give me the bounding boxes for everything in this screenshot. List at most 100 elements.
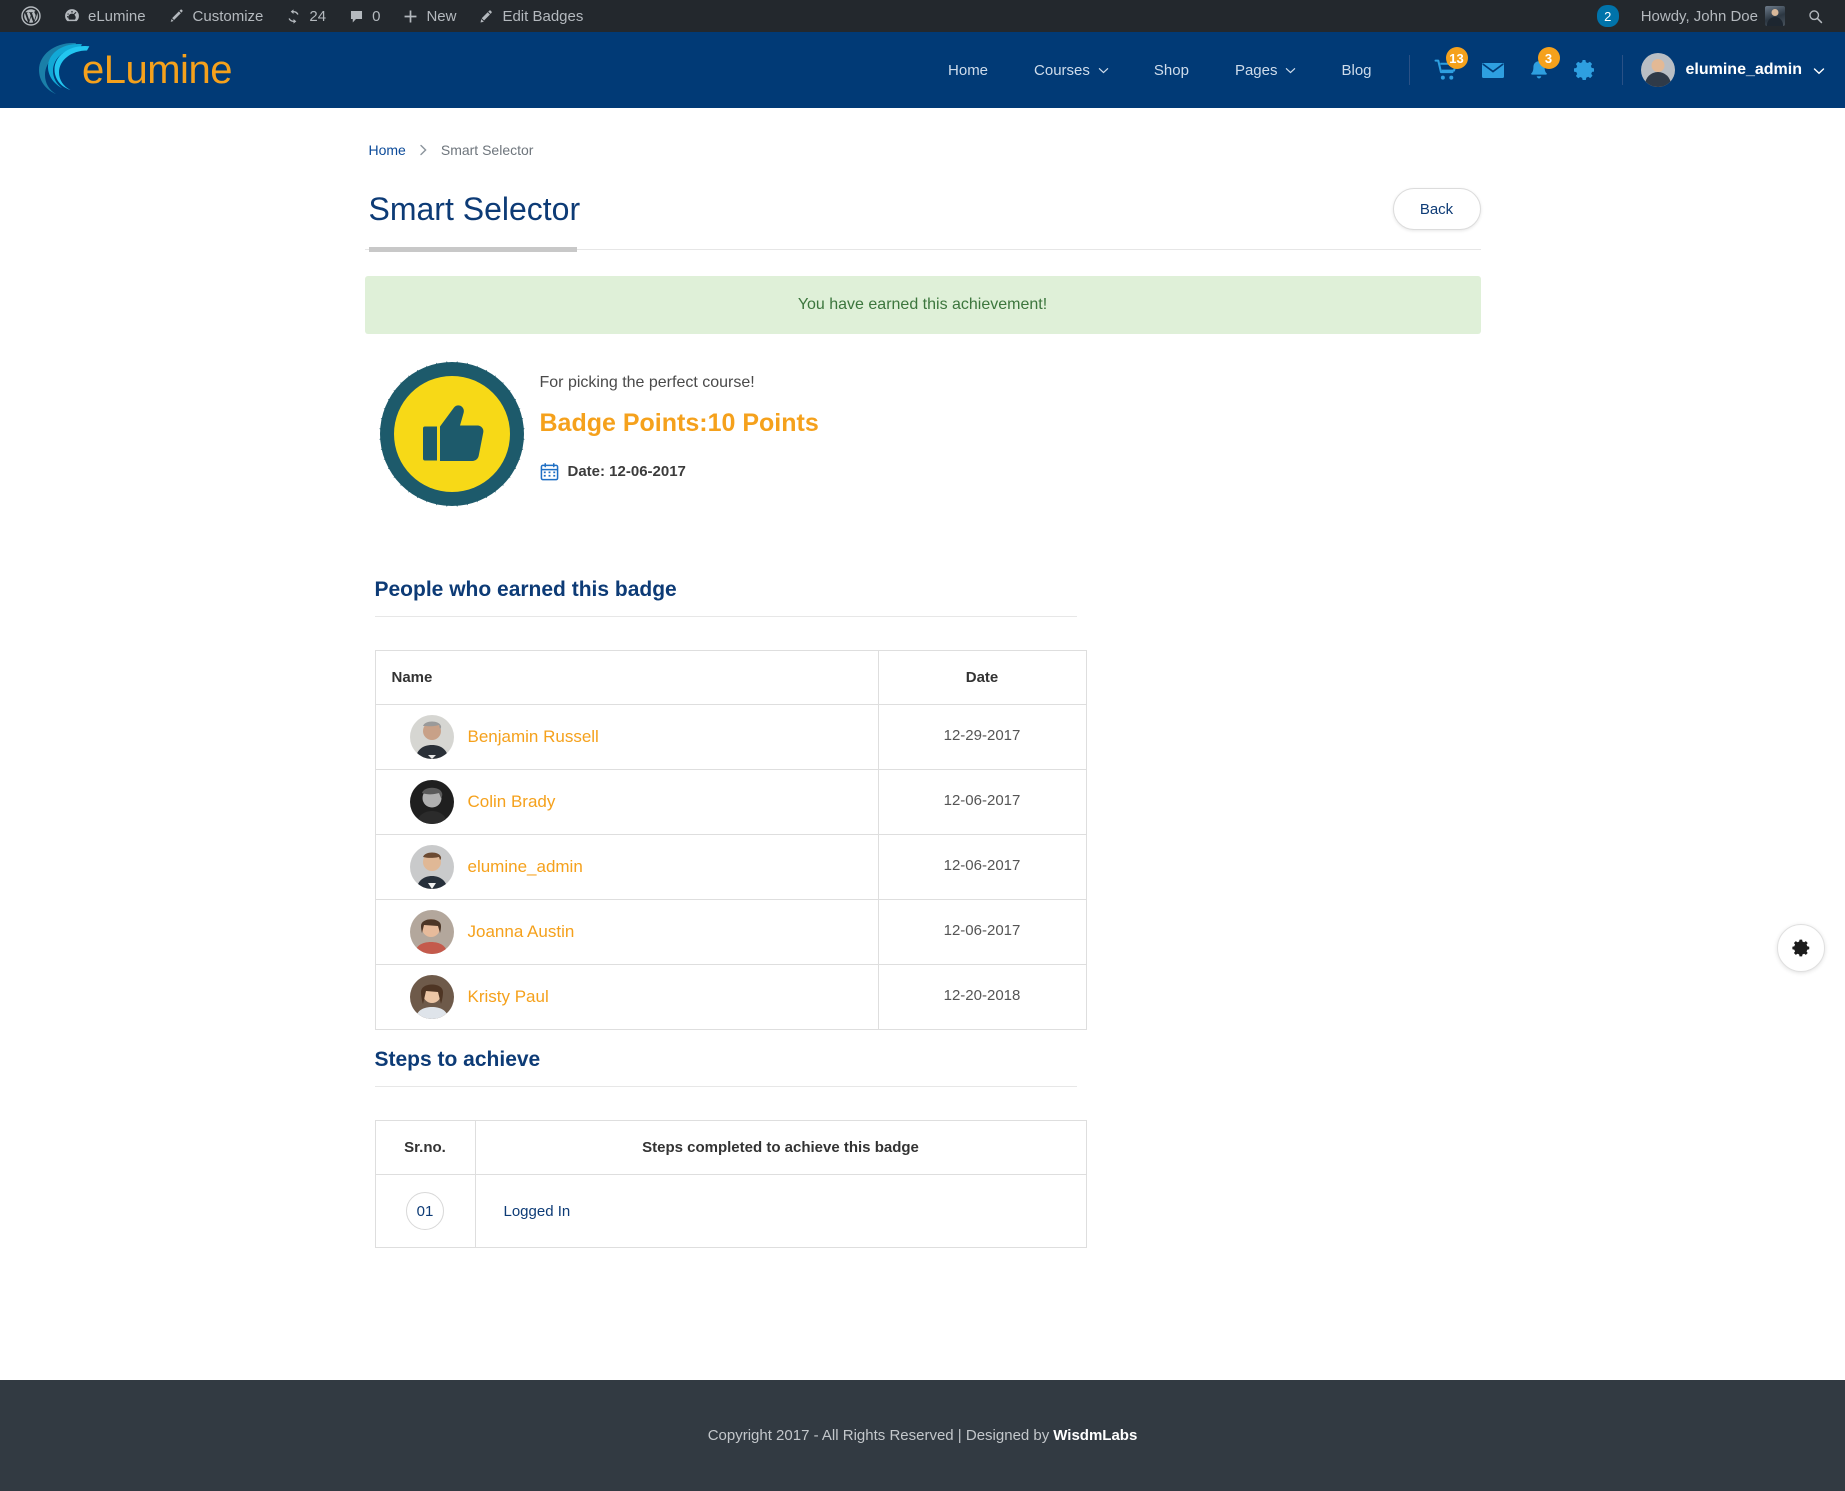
badge-date: Date: 12-06-2017 [540,462,819,481]
person-name[interactable]: elumine_admin [468,857,583,877]
avatar [409,845,454,889]
breadcrumb-home[interactable]: Home [369,142,406,158]
page-title: Smart Selector [368,190,581,227]
new-label: New [426,7,457,25]
search-button[interactable] [1796,0,1835,32]
plus-icon [402,8,419,25]
notifications-button[interactable]: 3 [1516,45,1562,95]
cell-step: Logged In [474,1174,1087,1248]
cart-button[interactable]: 13 [1424,45,1470,95]
srno-badge: 01 [406,1192,444,1230]
nav-item-shop[interactable]: Shop [1131,32,1212,108]
edit-badges-link[interactable]: Edit Badges [467,0,594,32]
avatar [409,910,454,954]
nav-item-blog[interactable]: Blog [1318,32,1394,108]
nav-item-home[interactable]: Home [925,32,1011,108]
page-header: Smart Selector Back [364,188,1481,252]
page-body: Home Smart Selector Smart Selector Back … [0,108,1845,1380]
content-container: Home Smart Selector Smart Selector Back … [364,108,1481,1248]
cell-person: elumine_admin [374,834,879,900]
person-entry[interactable]: Kristy Paul [392,975,862,1019]
table-header-row: Name Date [374,650,1087,705]
gear-icon [1573,58,1597,82]
search-icon [1807,8,1824,25]
new-content-link[interactable]: New [391,0,467,32]
floating-settings-button[interactable] [1777,924,1825,972]
badge-description: For picking the perfect course! [539,374,755,391]
user-menu[interactable]: elumine_admin [1637,53,1825,87]
primary-nav: Home Courses Shop Pages Blog 13 3 elumin… [925,32,1825,108]
admin-bar-right: 2 Howdy, John Doe [1586,0,1835,32]
thumbs-up-badge-icon [378,360,526,508]
person-name[interactable]: Colin Brady [468,792,556,812]
people-section-title: People who earned this badge [374,578,1077,617]
comments-count: 0 [372,7,381,25]
notification-count-badge: 3 [1537,47,1560,69]
cell-person: Colin Brady [374,769,879,835]
steps-table: Sr.no. Steps completed to achieve this b… [374,1120,1087,1248]
people-table-body: Benjamin Russell 12-29-2017 Colin Brady [374,704,1087,1030]
badge-image-wrapper [365,356,540,508]
nav-item-courses[interactable]: Courses [1011,32,1131,108]
copyright-text: Copyright 2017 - All Rights Reserved | D… [707,1427,1050,1444]
cell-date: 12-06-2017 [877,769,1087,835]
avatar [1765,6,1785,26]
settings-button[interactable] [1562,45,1608,95]
site-header: eLumine Home Courses Shop Pages Blog 13 … [0,32,1845,108]
chevron-down-icon [1285,65,1296,75]
steps-section-title: Steps to achieve [374,1048,1077,1087]
badge-points: Badge Points:10 Points [540,409,819,438]
person-entry[interactable]: Colin Brady [392,780,862,824]
steps-table-body: 01 Logged In [374,1174,1087,1248]
wordpress-icon [21,6,41,26]
user-menu-label: elumine_admin [1685,61,1802,78]
column-header-date: Date [877,650,1087,705]
comment-bubble-icon [348,8,365,25]
avatar [409,715,454,759]
cell-person: Kristy Paul [374,964,879,1030]
chevron-down-icon [1813,65,1825,75]
person-entry[interactable]: Joanna Austin [392,910,862,954]
refresh-icon [285,8,302,25]
site-name-menu[interactable]: eLumine [52,0,157,32]
table-row: Joanna Austin 12-06-2017 [374,899,1087,965]
nav-label: Blog [1341,61,1372,79]
avatar [409,780,454,824]
updates-link[interactable]: 24 [274,0,337,32]
person-name[interactable]: Kristy Paul [468,987,549,1007]
nav-item-pages[interactable]: Pages [1212,32,1319,108]
comments-link[interactable]: 0 [337,0,391,32]
person-entry[interactable]: elumine_admin [392,845,862,889]
site-logo[interactable]: eLumine [30,40,232,100]
customize-link[interactable]: Customize [157,0,275,32]
customize-label: Customize [192,7,264,25]
person-name[interactable]: Benjamin Russell [468,727,599,747]
site-footer: Copyright 2017 - All Rights Reserved | D… [0,1380,1845,1491]
breadcrumb-current: Smart Selector [440,142,534,158]
mail-icon [1480,57,1506,83]
messages-button[interactable] [1470,45,1516,95]
badge-details: For picking the perfect course! Badge Po… [540,356,819,508]
column-header-step: Steps completed to achieve this badge [474,1120,1087,1175]
calendar-icon [540,462,559,481]
nav-label: Home [948,61,989,79]
wp-logo-menu[interactable] [10,0,52,32]
badge-date-label: Date: 12-06-2017 [567,463,686,480]
edit-badges-label: Edit Badges [502,7,584,25]
notifications-indicator[interactable]: 2 [1586,0,1630,32]
designer-link[interactable]: WisdmLabs [1053,1427,1137,1444]
badge-summary: For picking the perfect course! Badge Po… [365,356,1481,508]
back-button[interactable]: Back [1392,188,1481,230]
table-row: elumine_admin 12-06-2017 [374,834,1087,900]
person-name[interactable]: Joanna Austin [468,922,575,942]
person-entry[interactable]: Benjamin Russell [392,715,862,759]
cell-person: Benjamin Russell [374,704,879,770]
nav-divider-2 [1621,55,1623,85]
dashboard-icon [63,7,81,25]
my-account-menu[interactable]: Howdy, John Doe [1630,0,1796,32]
table-row: 01 Logged In [374,1174,1087,1248]
site-logo-text: eLumine [82,48,232,92]
cell-date: 12-20-2018 [877,964,1087,1030]
paintbrush-icon [168,7,186,25]
nav-label: Shop [1153,61,1189,79]
